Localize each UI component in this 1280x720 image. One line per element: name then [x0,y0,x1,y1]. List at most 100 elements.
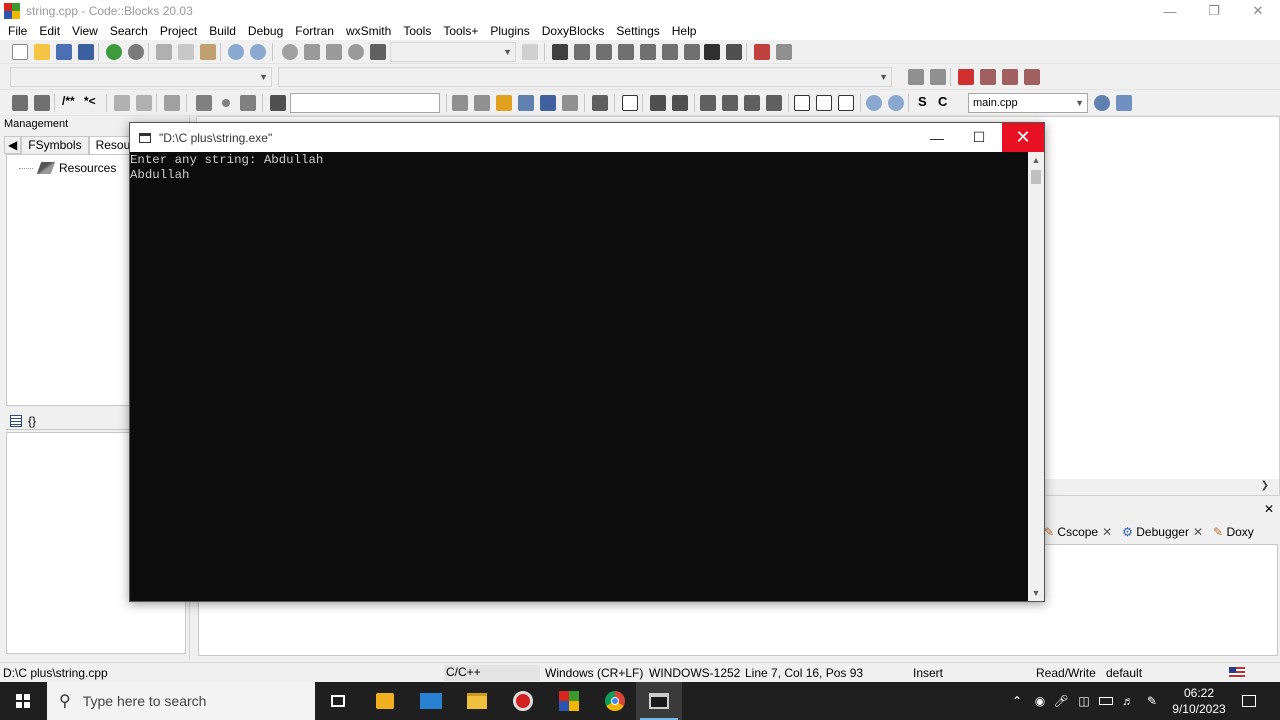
open-folder-icon[interactable] [34,44,50,60]
debug-run-icon[interactable] [552,44,568,60]
chm-help-icon[interactable] [136,95,152,111]
symbols-braces-button[interactable]: {} [28,414,36,428]
choice-widget-icon[interactable] [838,95,854,111]
mail-icon[interactable] [408,682,454,720]
selected-text-icon[interactable] [518,95,534,111]
menu-doxyblocks[interactable]: DoxyBlocks [538,24,609,38]
file-explorer-icon[interactable] [454,682,500,720]
bookmark-toggle-icon[interactable] [958,69,974,85]
step-out-icon[interactable] [640,44,656,60]
build-target-combo[interactable]: ▼ [390,42,516,62]
menu-project[interactable]: Project [156,24,201,38]
menu-wxsmith[interactable]: wxSmith [342,24,395,38]
menu-tools-plus[interactable]: Tools+ [439,24,482,38]
next-instruction-icon[interactable] [662,44,678,60]
menu-edit[interactable]: Edit [35,24,64,38]
menu-help[interactable]: Help [668,24,701,38]
c-icon[interactable]: C [938,94,947,109]
console-window[interactable]: "D:\C plus\string.exe" — ☐ ✕ Enter any s… [129,122,1045,602]
zoom-out-icon[interactable] [888,95,904,111]
codeblocks-taskbar-icon[interactable] [546,682,592,720]
static-box-icon[interactable] [722,95,738,111]
tray-mic-icon[interactable]: 🎤︎ [1052,682,1070,720]
html-help-icon[interactable] [114,95,130,111]
menu-tools[interactable]: Tools [399,24,435,38]
console-output[interactable]: Enter any string: Abdullah Abdullah [130,152,1028,601]
taskbar-search-box[interactable]: ⚲ Type here to search [47,682,315,720]
block-comment-icon[interactable]: /** [62,94,75,108]
doxy-extract-icon[interactable] [34,95,50,111]
tab-fsymbols[interactable]: FSymbols [21,136,89,154]
scope-combo[interactable]: ▼ [10,67,272,87]
marker-icon[interactable] [222,99,230,107]
paste-icon[interactable] [200,44,216,60]
console-scrollbar[interactable]: ▲ ▼ [1028,152,1044,601]
tab-debugger[interactable]: ⚙ Debugger ✕ [1122,525,1203,539]
console-taskbar-icon[interactable] [636,682,682,720]
file-settings-icon[interactable] [1116,95,1132,111]
tab-cscope[interactable]: ✎ Cscope ✕ [1044,525,1112,539]
tree-item-resources[interactable]: Resources [19,161,116,175]
undo-icon[interactable] [106,44,122,60]
task-view-icon[interactable] [315,682,361,720]
minimize-button[interactable]: — [1148,0,1192,22]
search-prev-icon[interactable] [452,95,468,111]
tab-doxyblocks[interactable]: ✎ Doxy [1213,525,1254,539]
zoom-in-icon[interactable] [866,95,882,111]
bookmark-next-icon[interactable] [1002,69,1018,85]
menu-plugins[interactable]: Plugins [486,24,533,38]
screen-recorder-icon[interactable] [500,682,546,720]
button-widget-icon[interactable] [794,95,810,111]
grid-sizer-icon[interactable] [744,95,760,111]
s-icon[interactable]: S [918,94,927,109]
scroll-right-icon[interactable]: ❯ [1261,480,1269,491]
highlight-icon[interactable] [496,95,512,111]
console-close-button[interactable]: ✕ [1002,123,1044,152]
function-combo[interactable]: ▼ [278,67,892,87]
debug-windows-icon[interactable] [754,44,770,60]
notifications-icon[interactable] [1238,682,1260,720]
tray-battery-icon[interactable] [1096,682,1116,720]
build-gear-icon[interactable] [282,44,298,60]
tray-volume-icon[interactable]: ♬ [1118,682,1138,720]
scroll-down-icon[interactable]: ▼ [1028,585,1044,601]
clear-search-icon[interactable] [270,95,286,111]
copy-icon[interactable] [178,44,194,60]
stop-debug-icon[interactable] [726,44,742,60]
step-into-icon[interactable] [618,44,634,60]
wrench-icon[interactable] [164,95,180,111]
doxy-wizard-icon[interactable] [12,95,28,111]
menu-settings[interactable]: Settings [612,24,663,38]
next-icon[interactable] [240,95,256,111]
menu-view[interactable]: View [68,24,102,38]
start-button[interactable] [0,682,46,720]
line-comment-icon[interactable]: *< [84,94,96,108]
logs-close-icon[interactable]: ✕ [1264,502,1274,516]
save-all-icon[interactable] [78,44,94,60]
new-file-icon[interactable] [12,44,28,60]
store-icon[interactable] [362,682,408,720]
dialog-icon[interactable] [672,95,688,111]
scroll-thumb[interactable] [1031,170,1041,184]
match-case-icon[interactable] [540,95,556,111]
scroll-up-icon[interactable]: ▲ [1028,152,1044,168]
jump-forward-icon[interactable] [930,69,946,85]
tray-chevron-icon[interactable]: ⌃ [1008,682,1026,720]
find-icon[interactable] [228,44,244,60]
console-minimize-button[interactable]: — [916,123,958,152]
step-into-instruction-icon[interactable] [684,44,700,60]
replace-icon[interactable] [250,44,266,60]
console-title-bar[interactable]: "D:\C plus\string.exe" — ☐ ✕ [130,123,1044,152]
tab-debugger-close-icon[interactable]: ✕ [1193,525,1203,539]
bookmark-clear-icon[interactable] [1024,69,1040,85]
build-run-icon[interactable] [326,44,342,60]
pointer-icon[interactable] [592,95,608,111]
menu-file[interactable]: File [4,24,31,38]
tab-scroll-left-icon[interactable]: ◀ [4,136,22,154]
cut-icon[interactable] [156,44,172,60]
incremental-search-input[interactable] [290,93,440,113]
tray-wifi-icon[interactable]: ◫ [1074,682,1094,720]
abort-icon[interactable] [370,44,386,60]
jump-back-icon[interactable] [908,69,924,85]
regex-icon[interactable] [562,95,578,111]
